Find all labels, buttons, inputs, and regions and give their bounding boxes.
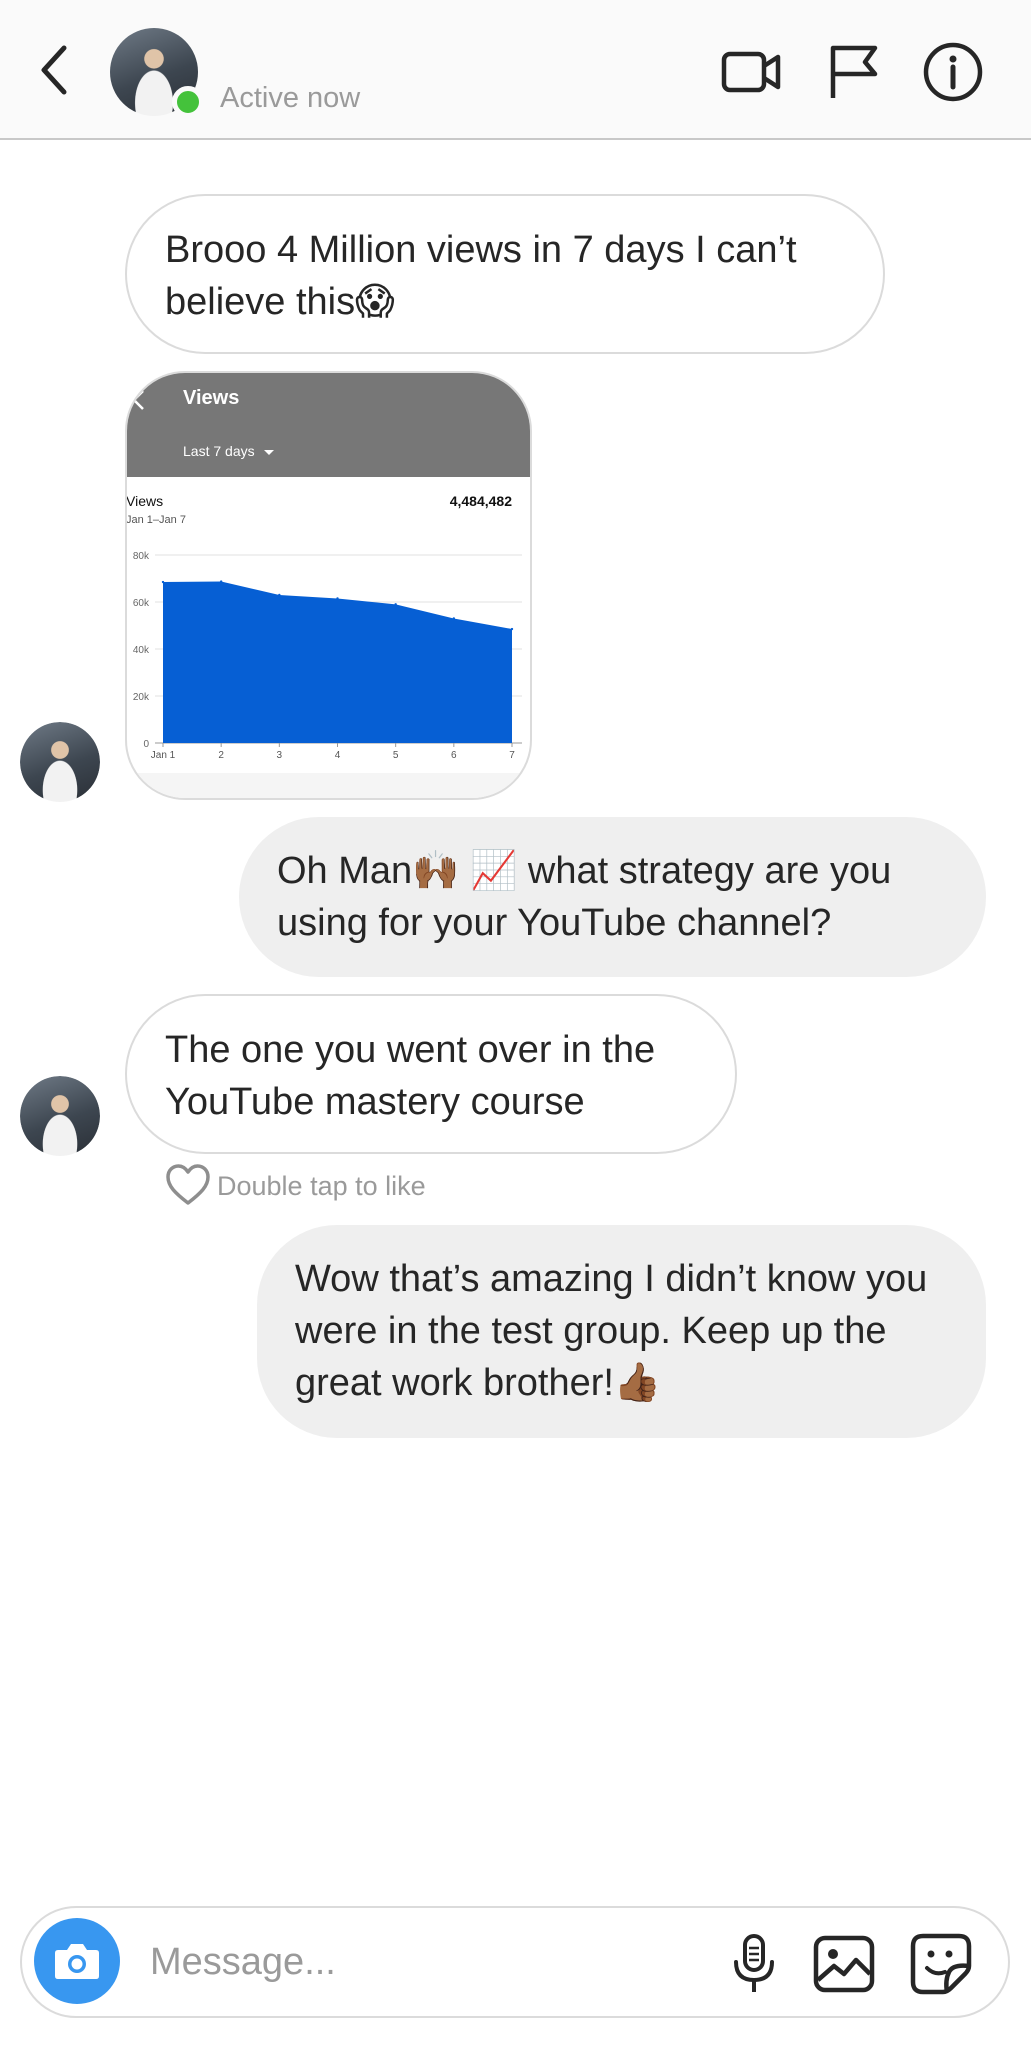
message-composer bbox=[20, 1906, 1010, 2018]
message-bubble-sent[interactable]: Wow that’s amazing I didn’t know you wer… bbox=[257, 1225, 986, 1438]
analytics-header: Views Last 7 days bbox=[127, 373, 530, 477]
shared-image-message[interactable]: Views Last 7 days Views 4,484,482 Jan 1–… bbox=[125, 371, 532, 800]
sender-avatar[interactable] bbox=[20, 1076, 100, 1156]
like-hint-text: Double tap to like bbox=[217, 1171, 426, 1201]
info-icon[interactable] bbox=[921, 40, 985, 104]
x-tick-label: Jan 1 bbox=[151, 750, 176, 761]
analytics-title: Views bbox=[183, 387, 240, 409]
message-input[interactable] bbox=[150, 1932, 710, 1992]
x-tick-label: 6 bbox=[451, 750, 457, 761]
x-tick-label: 4 bbox=[335, 750, 341, 761]
message-text: The one you went over in the YouTube mas… bbox=[165, 1029, 656, 1123]
gallery-icon[interactable] bbox=[812, 1932, 876, 1996]
heart-icon[interactable] bbox=[165, 1163, 211, 1207]
chat-header: Active now bbox=[0, 0, 1031, 140]
message-text: Oh Man🙌🏾 📈 what strategy are you using f… bbox=[277, 850, 892, 944]
avatar-image bbox=[20, 722, 100, 802]
back-arrow-icon[interactable] bbox=[34, 42, 78, 98]
analytics-total: 4,484,482 bbox=[449, 493, 512, 509]
avatar-image bbox=[20, 1076, 100, 1156]
video-call-icon[interactable] bbox=[720, 40, 784, 104]
y-tick-label: 20k bbox=[133, 692, 150, 703]
message-text: Brooo 4 Million views in 7 days I can’t … bbox=[165, 229, 797, 323]
message-bubble-sent[interactable]: Oh Man🙌🏾 📈 what strategy are you using f… bbox=[239, 817, 986, 977]
analytics-date-range: Jan 1–Jan 7 bbox=[126, 514, 186, 526]
message-text: Wow that’s amazing I didn’t know you wer… bbox=[295, 1258, 928, 1404]
y-tick-label: 80k bbox=[133, 551, 150, 562]
chart-footer bbox=[127, 773, 530, 798]
analytics-metric-label: Views bbox=[126, 493, 164, 509]
contact-avatar[interactable] bbox=[110, 28, 204, 118]
microphone-icon[interactable] bbox=[722, 1932, 786, 1996]
x-tick-label: 5 bbox=[393, 750, 399, 761]
chat-screen: Active now Brooo 4 Million views in 7 da… bbox=[0, 0, 1031, 2048]
views-area-chart: 0 20k 40k 60k 80k Jan 1 2 3 4 5 6 7 bbox=[127, 551, 530, 798]
analytics-back-icon bbox=[132, 390, 144, 410]
camera-button[interactable] bbox=[34, 1918, 120, 2004]
active-status: Active now bbox=[220, 82, 361, 114]
y-tick-label: 0 bbox=[143, 739, 149, 750]
views-area-series bbox=[163, 581, 512, 743]
data-point bbox=[510, 627, 514, 631]
data-point bbox=[219, 580, 223, 583]
analytics-range: Last 7 days bbox=[183, 443, 255, 459]
message-bubble-received[interactable]: The one you went over in the YouTube mas… bbox=[125, 994, 737, 1154]
y-tick-label: 40k bbox=[133, 645, 150, 656]
data-point bbox=[336, 597, 339, 600]
sender-avatar[interactable] bbox=[20, 722, 100, 802]
flag-icon[interactable] bbox=[823, 40, 887, 104]
message-bubble-received[interactable]: Brooo 4 Million views in 7 days I can’t … bbox=[125, 194, 885, 354]
data-point bbox=[161, 580, 165, 584]
data-point bbox=[394, 603, 397, 606]
online-indicator bbox=[172, 86, 204, 118]
x-tick-label: 7 bbox=[509, 750, 515, 761]
data-point bbox=[452, 617, 456, 620]
sticker-icon[interactable] bbox=[909, 1932, 973, 1996]
x-tick-label: 2 bbox=[218, 750, 224, 761]
range-caret-icon bbox=[264, 450, 274, 455]
data-point bbox=[278, 593, 281, 597]
x-tick-label: 3 bbox=[277, 750, 283, 761]
camera-icon bbox=[55, 1944, 99, 1979]
y-tick-label: 60k bbox=[133, 598, 150, 609]
